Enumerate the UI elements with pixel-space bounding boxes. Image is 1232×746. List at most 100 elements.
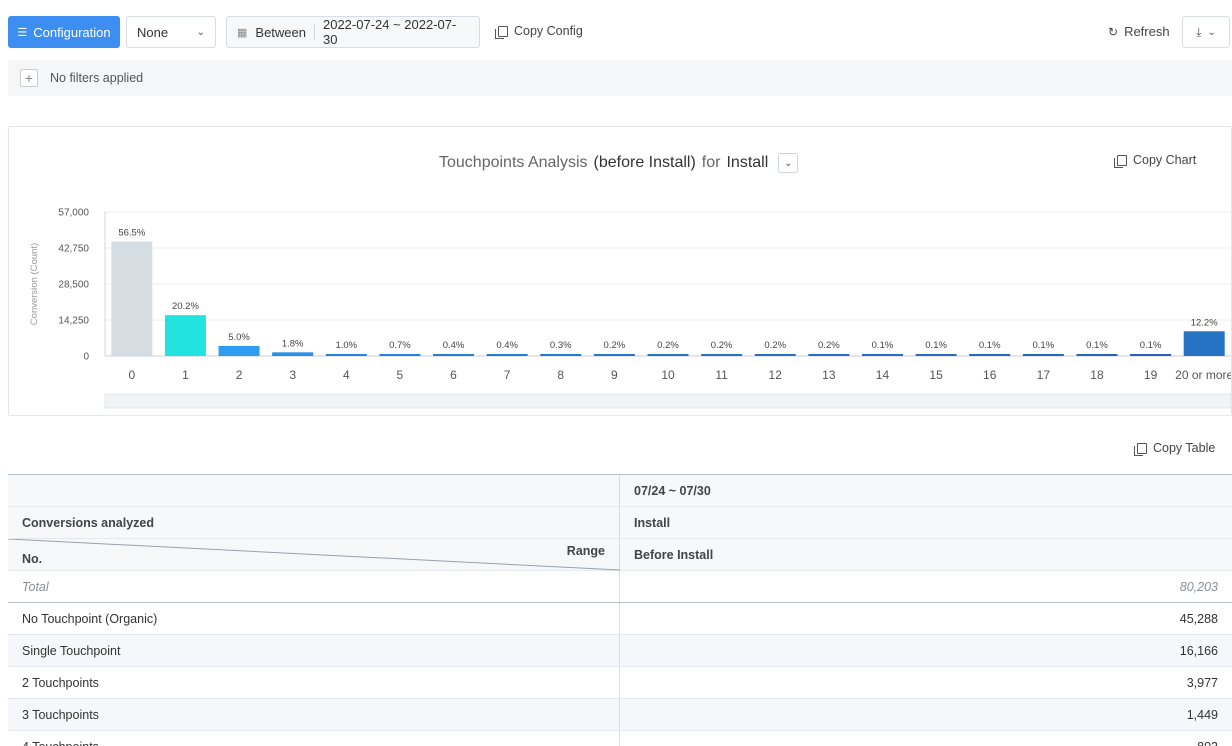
total-label: Total <box>8 571 620 602</box>
x-tick-label: 9 <box>611 368 618 382</box>
range-value-header: Before Install <box>620 539 1232 570</box>
breakdown-select-value: None <box>137 24 169 40</box>
copy-config-button[interactable]: Copy Config <box>495 24 583 39</box>
bar-data-label: 0.2% <box>657 340 679 351</box>
range-label: Range <box>566 544 605 558</box>
copy-config-label: Copy Config <box>514 24 583 38</box>
x-tick-label: 16 <box>983 368 997 382</box>
bar-data-label: 5.0% <box>228 332 250 343</box>
x-tick-label: 20 or more <box>1175 368 1231 382</box>
date-range-mode: Between <box>255 24 306 40</box>
x-tick-label: 4 <box>343 368 350 382</box>
bar-data-label: 12.2% <box>1191 317 1218 328</box>
bar <box>218 345 260 356</box>
bar-data-label: 0.1% <box>925 340 947 351</box>
table-row: 2 Touchpoints 3,977 <box>8 667 1232 699</box>
bar <box>486 354 528 356</box>
table-header-row: 07/24 ~ 07/30 <box>8 475 1232 507</box>
bar <box>1130 354 1172 356</box>
row-label: Single Touchpoint <box>8 635 620 666</box>
bar-data-label: 0.3% <box>550 340 572 351</box>
bar-data-label: 0.2% <box>711 340 733 351</box>
bar <box>808 354 850 356</box>
bar-data-label: 0.1% <box>1033 340 1055 351</box>
no-label: No. <box>22 552 43 566</box>
bar <box>593 354 635 356</box>
y-tick-label: 42,750 <box>58 244 89 255</box>
bar <box>540 354 582 356</box>
row-label: 3 Touchpoints <box>8 699 620 730</box>
download-icon: ⤓ <box>1196 24 1202 39</box>
table-row: 4 Touchpoints 803 <box>8 731 1232 746</box>
refresh-icon: ↻ <box>1108 24 1119 39</box>
bar <box>1076 354 1118 356</box>
refresh-label: Refresh <box>1124 24 1170 39</box>
bar-data-label: 1.0% <box>335 340 357 351</box>
bar-data-label: 0.1% <box>1140 340 1162 351</box>
row-value: 16,166 <box>620 635 1232 666</box>
bar <box>1022 354 1064 356</box>
breakdown-select[interactable]: None ⌄ <box>126 16 216 48</box>
x-tick-label: 11 <box>715 368 728 382</box>
table-row: 3 Touchpoints 1,449 <box>8 699 1232 731</box>
chart-scrollbar <box>104 393 1231 409</box>
x-tick-label: 8 <box>557 368 564 382</box>
add-filter-button[interactable]: + <box>20 69 38 87</box>
bar-data-label: 56.5% <box>118 228 145 239</box>
bar <box>433 354 475 356</box>
bar <box>647 354 689 356</box>
table-header-row: Conversions analyzed Install <box>8 507 1232 539</box>
toolbar: ☰ Configuration None ⌄ ▦ Between 2022-07… <box>8 16 1232 48</box>
x-tick-label: 1 <box>182 368 189 382</box>
bar <box>754 354 796 356</box>
configuration-button[interactable]: ☰ Configuration <box>8 16 120 48</box>
sliders-icon: ☰ <box>17 26 28 39</box>
bar <box>111 241 153 356</box>
date-range-picker[interactable]: ▦ Between 2022-07-24 ~ 2022-07-30 <box>226 16 480 48</box>
row-value: 803 <box>620 731 1232 746</box>
x-tick-label: 19 <box>1144 368 1158 382</box>
copy-table-label: Copy Table <box>1153 441 1216 455</box>
x-tick-label: 5 <box>397 368 404 382</box>
x-tick-label: 7 <box>504 368 511 382</box>
chart-panel: Touchpoints Analysis (before Install) fo… <box>8 126 1232 416</box>
table-row: Single Touchpoint 16,166 <box>8 635 1232 667</box>
filters-empty-text: No filters applied <box>50 71 144 85</box>
bar-data-label: 0.1% <box>872 340 894 351</box>
bar <box>915 354 957 356</box>
row-value: 45,288 <box>1179 611 1218 626</box>
bar <box>701 354 743 356</box>
x-tick-label: 17 <box>1037 368 1051 382</box>
total-row: Total 80,203 <box>8 571 1232 603</box>
x-tick-label: 2 <box>236 368 243 382</box>
touchpoints-bar-chart: 57,000 42,750 28,500 14,250 0 Conversion (Cou… <box>29 208 1231 409</box>
period-header: 07/24 ~ 07/30 <box>620 475 1232 506</box>
row-label: 2 Touchpoints <box>8 667 620 698</box>
bar-data-label: 0.4% <box>496 340 518 351</box>
diagonal-header-cell: Range No. <box>8 539 620 571</box>
y-axis-label: Conversion (Count) <box>29 243 40 325</box>
bar-data-label: 1.8% <box>282 338 304 349</box>
refresh-button[interactable]: ↻ Refresh <box>1108 24 1170 39</box>
bar <box>861 354 903 356</box>
bar <box>272 352 314 356</box>
x-tick-label: 10 <box>661 368 675 382</box>
configuration-label: Configuration <box>33 24 111 40</box>
x-tick-label: 6 <box>450 368 457 382</box>
x-tick-label: 15 <box>929 368 943 382</box>
x-tick-label: 0 <box>128 368 135 382</box>
copy-icon <box>495 25 508 39</box>
chevron-down-icon: ⌄ <box>1207 26 1216 38</box>
x-tick-label: 18 <box>1090 368 1104 382</box>
chevron-down-icon: ⌄ <box>196 26 205 38</box>
x-tick-label: 13 <box>822 368 836 382</box>
bar <box>1183 331 1225 356</box>
copy-table-button[interactable]: Copy Table <box>1134 441 1216 456</box>
x-tick-label: 3 <box>289 368 296 382</box>
y-tick-label: 28,500 <box>58 280 89 291</box>
download-button[interactable]: ⤓ ⌄ <box>1182 16 1230 48</box>
conversions-label: Conversions analyzed <box>8 507 620 538</box>
row-value: 1,449 <box>620 699 1232 730</box>
bar <box>379 354 421 356</box>
y-tick-label: 0 <box>83 352 89 363</box>
